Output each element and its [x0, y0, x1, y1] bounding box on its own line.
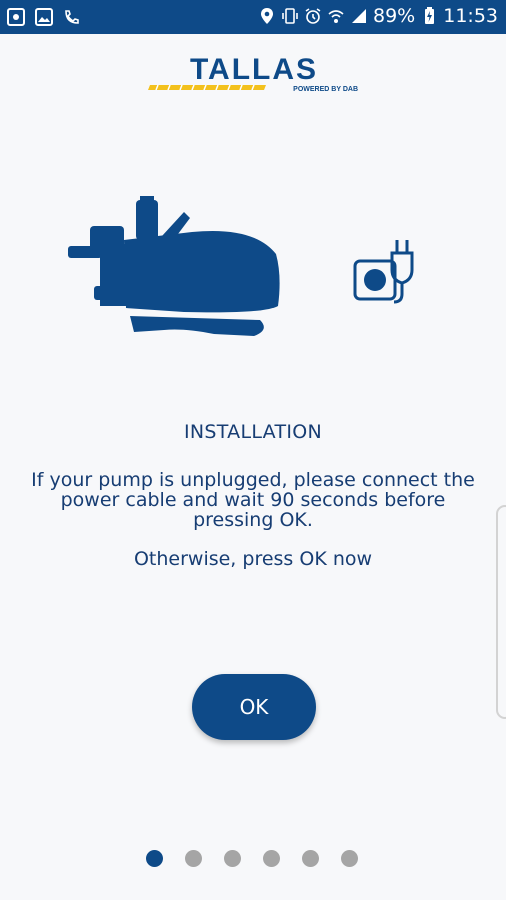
brand-tagline: POWERED BY DAB	[293, 86, 358, 93]
pump-illustration	[68, 196, 280, 336]
page-dot-6	[341, 850, 358, 867]
location-icon	[261, 8, 273, 24]
wifi-icon	[328, 10, 344, 23]
notification-icons	[6, 7, 82, 27]
instruction-text: If your pump is unplugged, please connec…	[31, 469, 475, 531]
page-dot-3	[224, 850, 241, 867]
page-dot-5	[302, 850, 319, 867]
page-title: INSTALLATION	[183, 421, 323, 443]
signal-icon	[352, 9, 366, 23]
logo-stripe	[148, 84, 266, 91]
edge-panel-handle[interactable]	[496, 505, 506, 719]
photo-icon	[7, 8, 25, 26]
tallas-logo: TALLAS POWERED BY DAB	[148, 54, 358, 93]
gallery-icon	[35, 8, 53, 26]
page-dot-2	[185, 850, 202, 867]
battery-charging-icon	[425, 7, 435, 24]
call-icon	[65, 10, 79, 24]
otherwise-text: Otherwise, press OK now	[133, 548, 373, 570]
system-status: 89% 11:53	[258, 5, 498, 27]
status-bar: 89% 11:53	[0, 0, 506, 34]
page-dot-1	[146, 850, 163, 867]
power-plug-icon	[353, 240, 414, 304]
page-dot-4	[263, 850, 280, 867]
clock: 11:53	[443, 5, 498, 27]
battery-percentage: 89%	[373, 5, 416, 27]
alarm-icon	[305, 8, 321, 24]
vibrate-icon	[282, 8, 298, 24]
page-indicator	[146, 850, 358, 867]
ok-button[interactable]: OK	[192, 674, 316, 740]
brand-wordmark: TALLAS	[190, 54, 318, 86]
